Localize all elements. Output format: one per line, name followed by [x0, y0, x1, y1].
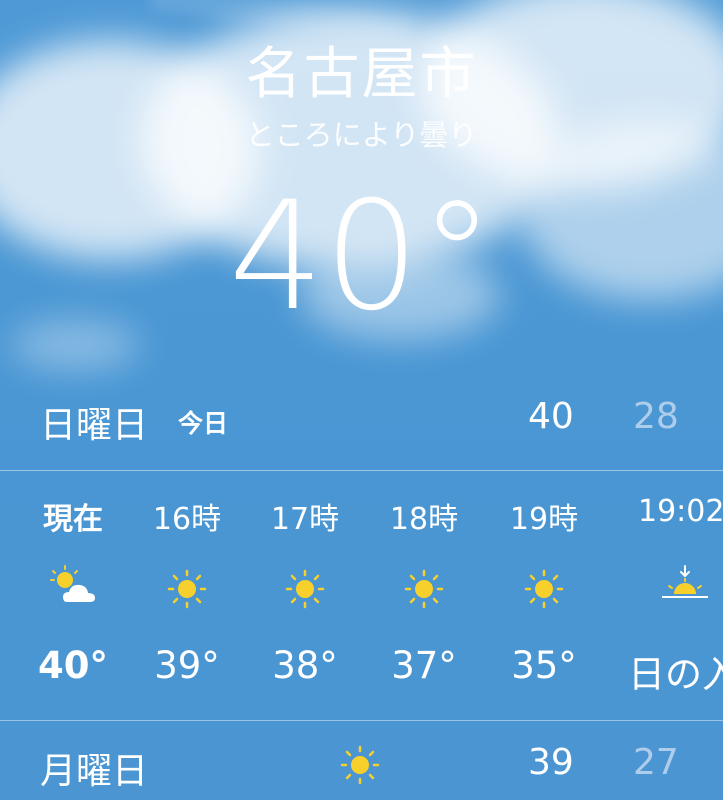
- forecast-high: 39: [528, 742, 574, 783]
- sunset-icon: [624, 564, 723, 614]
- hour-time: 16時: [152, 502, 222, 537]
- city-name: 名古屋市: [245, 42, 478, 107]
- hour-time: 19:02: [638, 494, 723, 529]
- hour-temp: 40°: [38, 644, 108, 687]
- hour-time: 18時: [389, 502, 459, 537]
- current-temperature: 40°: [228, 170, 495, 344]
- forecast-low: 27: [633, 742, 679, 783]
- today-day-name: 日曜日: [40, 405, 149, 446]
- hour-time: 現在: [43, 502, 103, 537]
- hour-time: 19時: [509, 502, 579, 537]
- hour-temp: 38°: [272, 644, 338, 687]
- hour-temp: 37°: [391, 644, 457, 687]
- weather-condition: ところにより曇り: [245, 118, 478, 152]
- daily-forecast-row: 月曜日 39 27: [0, 738, 723, 800]
- today-high: 40: [528, 396, 574, 437]
- hour-time: 17時: [270, 502, 340, 537]
- hour-temp: 35°: [511, 644, 577, 687]
- divider: [0, 720, 723, 721]
- location-header: 名古屋市 ところにより曇り: [0, 40, 723, 154]
- hour-temp: 39°: [154, 644, 220, 687]
- divider: [0, 470, 723, 471]
- sun-icon: [364, 564, 484, 614]
- today-label: 今日: [178, 409, 229, 438]
- hour-temp: 日の入: [628, 653, 723, 696]
- sun-icon: [245, 564, 365, 614]
- forecast-day-name: 月曜日: [40, 751, 149, 792]
- partly-cloudy-icon: [13, 564, 133, 614]
- sun-icon: [320, 740, 400, 790]
- today-low: 28: [633, 396, 679, 437]
- today-summary-row: 日曜日 今日 40 28: [0, 390, 723, 450]
- hourly-forecast[interactable]: 現在 40° 16時 39° 17時 38° 18時 37° 19時 35° 1…: [0, 472, 723, 720]
- sun-icon: [484, 564, 604, 614]
- sun-icon: [127, 564, 247, 614]
